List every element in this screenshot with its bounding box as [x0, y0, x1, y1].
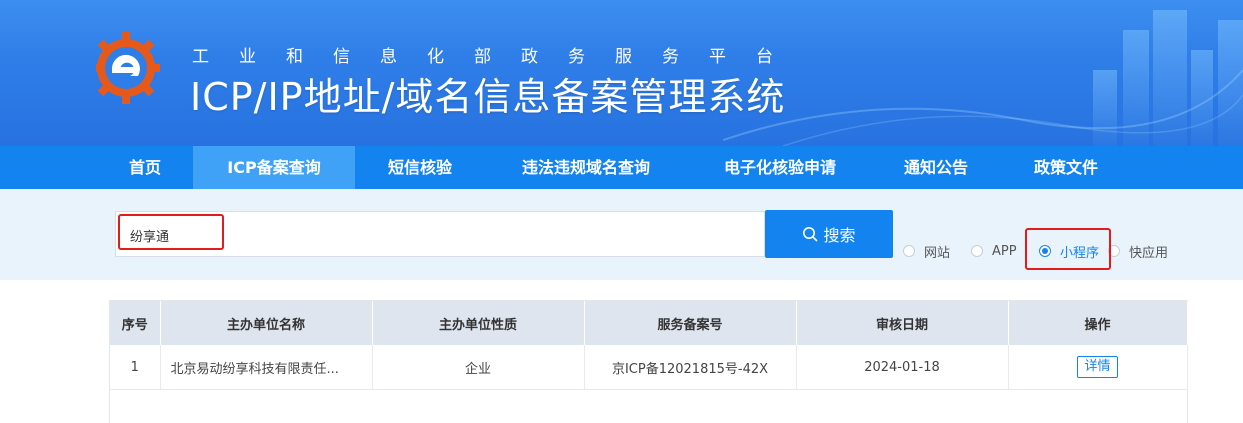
cell-org-type: 企业 [372, 345, 585, 390]
nav-item-notices[interactable]: 通知公告 [882, 146, 990, 189]
cell-index: 1 [110, 345, 161, 390]
radio-quick-app-label: 快应用 [1129, 245, 1169, 261]
search-icon [803, 227, 818, 242]
search-button[interactable]: 搜索 [765, 210, 893, 258]
header-org-name: 主办单位名称 [160, 301, 373, 345]
miit-gear-logo-icon [96, 32, 160, 104]
platform-subtitle: 工业和信息化部政务服务平台 [192, 47, 803, 67]
search-area: 搜索 网站 APP 小程序 快应用 [0, 189, 1243, 280]
nav-item-sms-verify[interactable]: 短信核验 [368, 146, 472, 189]
cell-org-name: 北京易动纷享科技有限责任... [160, 345, 373, 390]
highlight-mini-program [1025, 228, 1111, 270]
search-button-label: 搜索 [823, 226, 856, 245]
header-org-type: 主办单位性质 [372, 301, 585, 345]
cell-review-date: 2024-01-18 [796, 345, 1009, 390]
radio-circle-icon [903, 245, 915, 257]
detail-button[interactable]: 详情 [1077, 356, 1118, 378]
highlight-search-input [118, 214, 224, 250]
radio-website[interactable]: 网站 [903, 241, 950, 261]
table-row: 1 北京易动纷享科技有限责任... 企业 京ICP备12021815号-42X … [110, 345, 1188, 390]
radio-circle-icon [971, 245, 983, 257]
cell-action: 详情 [1008, 345, 1188, 390]
radio-quick-app[interactable]: 快应用 [1108, 241, 1168, 261]
nav-item-illegal-domain-query[interactable]: 违法违规域名查询 [496, 146, 676, 189]
header-review-date: 审核日期 [796, 301, 1009, 345]
system-title: ICP/IP地址/域名信息备案管理系统 [190, 75, 786, 119]
main-nav: 首页 ICP备案查询 短信核验 违法违规域名查询 电子化核验申请 通知公告 政策… [0, 146, 1243, 189]
nav-item-home[interactable]: 首页 [110, 146, 180, 189]
table-header-row: 序号 主办单位名称 主办单位性质 服务备案号 审核日期 操作 [110, 301, 1188, 345]
nav-item-icp-query[interactable]: ICP备案查询 [193, 146, 355, 189]
header-banner: 工业和信息化部政务服务平台 ICP/IP地址/域名信息备案管理系统 [0, 0, 1243, 146]
radio-app-label: APP [992, 243, 1017, 259]
header-action: 操作 [1008, 301, 1188, 345]
nav-item-policy-docs[interactable]: 政策文件 [1012, 146, 1120, 189]
header-index: 序号 [110, 301, 161, 345]
results-table: 序号 主办单位名称 主办单位性质 服务备案号 审核日期 操作 1 北京易动纷享科… [109, 300, 1188, 423]
radio-app[interactable]: APP [971, 241, 1017, 261]
city-skyline-decoration [723, 10, 1243, 146]
header-record-no: 服务备案号 [584, 301, 797, 345]
cell-record-no: 京ICP备12021815号-42X [584, 345, 797, 390]
radio-website-label: 网站 [924, 245, 951, 261]
nav-item-electronic-verify[interactable]: 电子化核验申请 [700, 146, 860, 189]
